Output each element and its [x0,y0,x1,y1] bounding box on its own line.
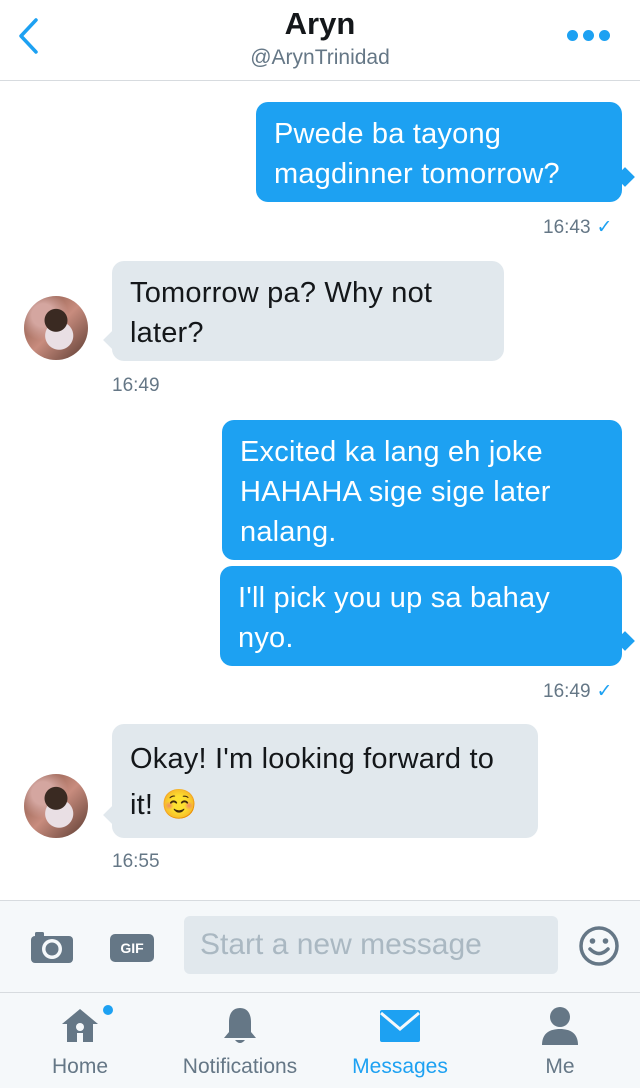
tab-messages[interactable]: Messages [320,995,480,1085]
message-bubble-incoming[interactable]: Okay! I'm looking forward to it! ☺️ [112,724,538,838]
message-timestamp: 16:49 ✓ [543,681,613,702]
avatar[interactable] [24,296,88,360]
tab-me[interactable]: Me [480,995,640,1085]
message-text: Okay! I'm looking forward to it! ☺️ [130,743,495,821]
smiley-icon [579,926,619,966]
tab-label: Messages [352,1055,448,1078]
more-dot-icon [583,30,594,41]
message-input[interactable] [184,916,558,974]
more-dot-icon [599,30,610,41]
more-options-button[interactable] [567,30,610,41]
conversation-header: Aryn @ArynTrinidad [0,0,640,81]
message-text: Tomorrow pa? Why not later? [130,277,433,349]
person-icon [542,1007,578,1045]
message-bubble-outgoing[interactable]: Pwede ba tayong magdinner tomorrow? [256,102,622,202]
read-check-icon: ✓ [596,681,613,702]
message-timestamp: 16:55 [112,851,160,872]
message-bubble-outgoing[interactable]: Excited ka lang eh joke HAHAHA sige sige… [222,420,622,560]
contact-handle: @ArynTrinidad [250,46,390,69]
message-timestamp: 16:43 ✓ [543,217,613,238]
camera-icon [31,932,73,963]
unread-dot [103,1005,113,1015]
more-dot-icon [567,30,578,41]
tab-label: Notifications [182,1055,298,1078]
envelope-icon [380,1010,420,1042]
contact-name: Aryn [284,6,356,41]
tab-label: Home [51,1055,109,1078]
avatar[interactable] [24,774,88,838]
message-bubble-incoming[interactable]: Tomorrow pa? Why not later? [112,261,504,361]
bell-icon [224,1008,256,1043]
emoji-button[interactable] [578,925,620,972]
tab-label: Me [545,1055,575,1078]
home-icon [62,1009,98,1042]
message-text: I'll pick you up sa bahay nyo. [238,582,550,654]
gif-button[interactable]: GIF [110,934,154,962]
message-text: Excited ka lang eh joke HAHAHA sige sige… [240,436,551,548]
tab-notifications[interactable]: Notifications [160,995,320,1085]
message-bubble-outgoing[interactable]: I'll pick you up sa bahay nyo. [220,566,622,666]
message-text: Pwede ba tayong magdinner tomorrow? [274,118,560,190]
camera-button[interactable] [30,930,74,969]
message-timestamp: 16:49 [112,375,160,396]
read-check-icon: ✓ [596,217,613,238]
tab-home[interactable]: Home [0,995,160,1085]
